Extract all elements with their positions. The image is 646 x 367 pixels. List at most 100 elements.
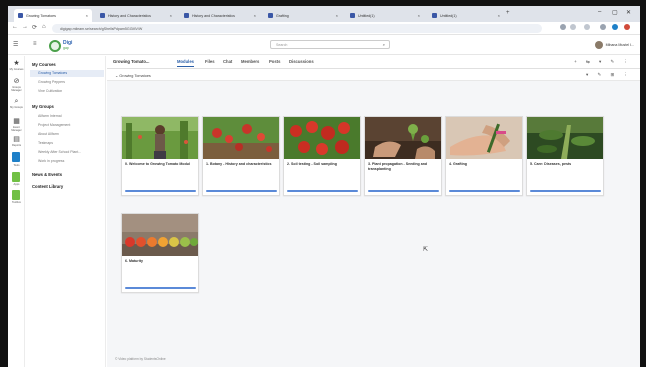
rail-item-groups-manager[interactable]: ⊘ Groups Manager (8, 78, 25, 92)
sidebar-item-group[interactable]: About Allfarm (38, 132, 59, 136)
extension-icon[interactable] (600, 24, 606, 30)
app-icon[interactable] (12, 172, 20, 182)
extension-icon[interactable] (624, 24, 630, 30)
photo-grafting (446, 117, 522, 159)
minimize-button[interactable]: – (598, 9, 601, 15)
rail-item-tools[interactable]: Tools (8, 164, 25, 167)
favicon-icon (432, 13, 437, 18)
app-icon[interactable] (12, 152, 20, 162)
close-icon[interactable]: × (170, 13, 172, 18)
browser-tab[interactable]: History and Characteristics × (180, 9, 260, 22)
module-title: 1. Botany - History and characteristics (206, 162, 272, 166)
favicon-icon (18, 13, 23, 18)
photo-hands-seedling (365, 117, 441, 159)
sidebar-item-group[interactable]: Weekly After School Plant... (38, 150, 81, 154)
photo-plant-stem (527, 117, 603, 159)
rail-label: Apps (13, 183, 20, 186)
rail-label: Reports (11, 144, 22, 147)
maximize-button[interactable]: ▢ (612, 9, 618, 16)
sidebar-item-course[interactable]: Growing Tomatoes (38, 71, 67, 75)
home-icon[interactable]: ⌂ (42, 24, 46, 30)
module-card[interactable]: 4. Grafting (445, 116, 523, 196)
close-icon[interactable]: × (254, 13, 256, 18)
module-card[interactable]: 3. Plant propagation - Seeding and trans… (364, 116, 442, 196)
tab-label: Grafting (276, 13, 289, 18)
rail-item-reports[interactable]: ▤ Reports (8, 136, 25, 147)
close-icon[interactable]: × (498, 13, 500, 18)
forward-icon[interactable]: → (22, 24, 28, 30)
section-title[interactable]: ⌄ Growing Tomatoes (115, 73, 151, 78)
extension-icon[interactable] (570, 24, 576, 30)
rail-item-event-manager[interactable]: ▦ Event Manager (8, 118, 25, 132)
section-title-text: Growing Tomatoes (119, 74, 151, 78)
tab-members[interactable]: Members (241, 59, 259, 64)
tab-modules[interactable]: Modules (177, 59, 194, 67)
course-title[interactable]: Growing Tomato... (113, 59, 149, 64)
module-title: 4. Grafting (449, 162, 467, 166)
section-actions-icons[interactable]: ▾ ✎ ⊞ ⋮ (586, 72, 632, 78)
close-icon[interactable]: × (336, 13, 338, 18)
sidebar-item-group[interactable]: Testmaps (38, 141, 53, 145)
progress-bar (125, 190, 196, 192)
close-icon[interactable]: × (418, 13, 420, 18)
left-rail: ★ My Courses ⊘ Groups Manager ⌕ My Group… (8, 56, 25, 367)
rail-item-apps[interactable]: Apps (8, 183, 25, 186)
module-card[interactable]: 6. Maturity (121, 213, 199, 293)
mouse-cursor-icon: ⇱ (423, 247, 429, 253)
sidebar-item-group[interactable]: Project Management (38, 123, 70, 127)
module-card[interactable]: 0. Welcome to Growing Tomato Modul (121, 116, 199, 196)
favicon-icon (268, 13, 273, 18)
browser-tab[interactable]: Untitled(1) × (428, 9, 504, 22)
user-menu[interactable]: Mihana Mustel I... (594, 41, 634, 49)
sidebar-item-group[interactable]: Work in progress (38, 159, 64, 163)
reload-icon[interactable]: ⟳ (32, 24, 37, 31)
modules-panel: ⌄ Growing Tomatoes ▾ ✎ ⊞ ⋮ 0. Welcome to… (107, 70, 640, 367)
url-text: digigap.mileam.se/search/gShellsPdpam5GG… (60, 26, 143, 31)
sidebar-section-library[interactable]: Content Library (32, 184, 63, 189)
rail-item-toolbox[interactable]: Toolbox (8, 201, 25, 204)
tab-posts[interactable]: Posts (269, 59, 280, 64)
app-logo[interactable]: Digi gap (49, 39, 72, 52)
extension-icon[interactable] (560, 24, 566, 30)
extension-icon[interactable] (612, 24, 618, 30)
tab-files[interactable]: Files (205, 59, 215, 64)
back-icon[interactable]: ← (12, 24, 18, 30)
new-tab-icon[interactable]: + (506, 10, 510, 16)
tab-label: Untitled(1) (440, 13, 457, 18)
course-actions-icons[interactable]: + ⇆ ▾ ✎ ⋮ (574, 59, 632, 65)
browser-tab[interactable]: Untitled(1) × (346, 9, 424, 22)
sidebar-item-group[interactable]: Allfarm Internal (38, 114, 62, 118)
rail-label: Groups Manager (11, 86, 22, 92)
sidebar-section-my-courses[interactable]: My Courses (32, 62, 56, 67)
app-icon[interactable] (12, 190, 20, 200)
rail-label: My Courses (9, 68, 24, 71)
search-input[interactable]: Search ⌕ (270, 40, 390, 49)
module-title: 6. Maturity (125, 259, 143, 263)
close-window-button[interactable]: ✕ (626, 9, 631, 16)
tab-chat[interactable]: Chat (223, 59, 232, 64)
sidebar-section-news[interactable]: News & Events (32, 172, 62, 177)
browser-tab[interactable]: Growing Tomatoes × (14, 9, 92, 22)
browser-tab[interactable]: Grafting × (264, 9, 342, 22)
module-title: 0. Welcome to Growing Tomato Modul (125, 162, 190, 166)
browser-tab[interactable]: History and Characteristics × (96, 9, 176, 22)
grid-menu-icon[interactable]: ☰ (13, 41, 18, 48)
module-card[interactable]: 5. Care: Diseases, pests (526, 116, 604, 196)
search-icon[interactable]: ⌕ (383, 42, 385, 47)
tab-discussions[interactable]: Discussions (289, 59, 314, 64)
rail-item-my-courses[interactable]: ★ My Courses (8, 60, 25, 71)
profile-icon[interactable] (584, 24, 590, 30)
menu-icon[interactable]: ≡ (33, 41, 37, 47)
sidebar-item-course[interactable]: Vine Cultivation (38, 89, 62, 93)
close-icon[interactable]: × (86, 13, 88, 18)
rail-item-my-groups[interactable]: ⌕ My Groups (8, 98, 25, 109)
sidebar-item-course[interactable]: Growing Peppers (38, 80, 65, 84)
module-card[interactable]: 1. Botany - History and characteristics (202, 116, 280, 196)
favicon-icon (184, 13, 189, 18)
tab-label: History and Characteristics (108, 13, 151, 18)
sidebar-section-my-groups[interactable]: My Groups (32, 104, 54, 109)
module-card[interactable]: 2. Soil testing - Soil sampling (283, 116, 361, 196)
photo-woman-greenhouse (122, 117, 198, 159)
photo-ripening-row (122, 214, 198, 256)
url-field[interactable]: digigap.mileam.se/search/gShellsPdpam5GG… (52, 24, 542, 33)
